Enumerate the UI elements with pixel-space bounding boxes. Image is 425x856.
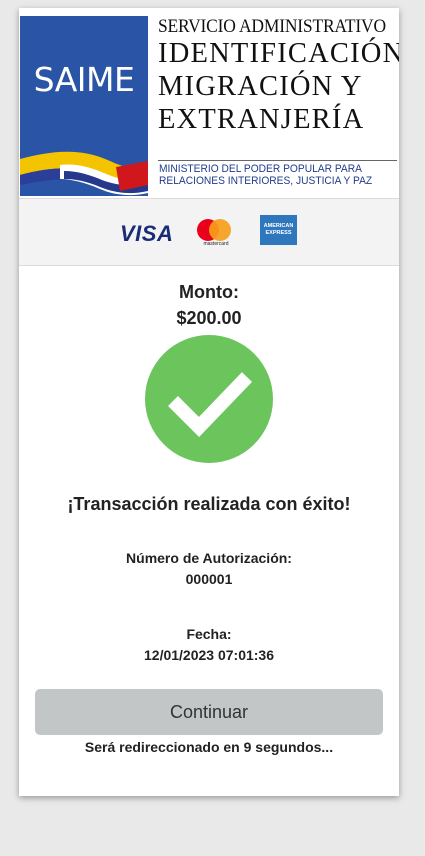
- success-message: ¡Transacción realizada con éxito!: [67, 494, 351, 514]
- banner-line-3: MIGRACIÓN Y: [158, 71, 363, 102]
- authorization-label: Número de Autorización:: [126, 550, 292, 566]
- banner-line-4: EXTRANJERÍA: [158, 104, 365, 135]
- mastercard-label: mastercard: [203, 241, 229, 247]
- ministry-text: MINISTERIO DEL PODER POPULAR PARA RELACI…: [159, 163, 373, 187]
- visa-logo: VISA: [120, 221, 174, 246]
- date-value: 12/01/2023 07:01:36: [144, 647, 274, 663]
- ministry-name: MINISTERIO DEL PODER POPULAR PARA RELACI…: [159, 163, 382, 187]
- mastercard-logo: mastercard: [196, 219, 236, 249]
- payment-receipt-card: SAIME SERVICIO ADMINISTRATIVO IDENTIFICA…: [19, 8, 399, 796]
- flag-ribbon-icon: [20, 151, 148, 196]
- saime-logo-text: SAIME: [33, 60, 135, 99]
- continue-button[interactable]: Continuar: [35, 689, 383, 735]
- saime-logo: SAIME: [20, 16, 148, 196]
- banner-divider: [158, 160, 397, 161]
- banner-line-1: SERVICIO ADMINISTRATIVO: [158, 16, 386, 37]
- amount-label: Monto:: [179, 282, 239, 302]
- institution-name: SERVICIO ADMINISTRATIVO IDENTIFICACIÓN M…: [158, 16, 399, 136]
- authorization-number: 000001: [185, 571, 233, 587]
- saime-banner: SAIME SERVICIO ADMINISTRATIVO IDENTIFICA…: [19, 8, 399, 198]
- banner-line-2: IDENTIFICACIÓN: [158, 38, 399, 69]
- amount-value: $200.00: [176, 308, 242, 328]
- accepted-cards-band: VISA mastercard AMERICAN EXPRESS: [19, 198, 399, 266]
- check-circle-icon: [145, 335, 273, 463]
- mastercard-orange-circle: [209, 219, 231, 241]
- redirect-message: Será redireccionado en 9 segundos...: [84, 739, 334, 755]
- amex-logo: AMERICAN EXPRESS: [260, 215, 297, 245]
- date-label: Fecha:: [186, 626, 232, 642]
